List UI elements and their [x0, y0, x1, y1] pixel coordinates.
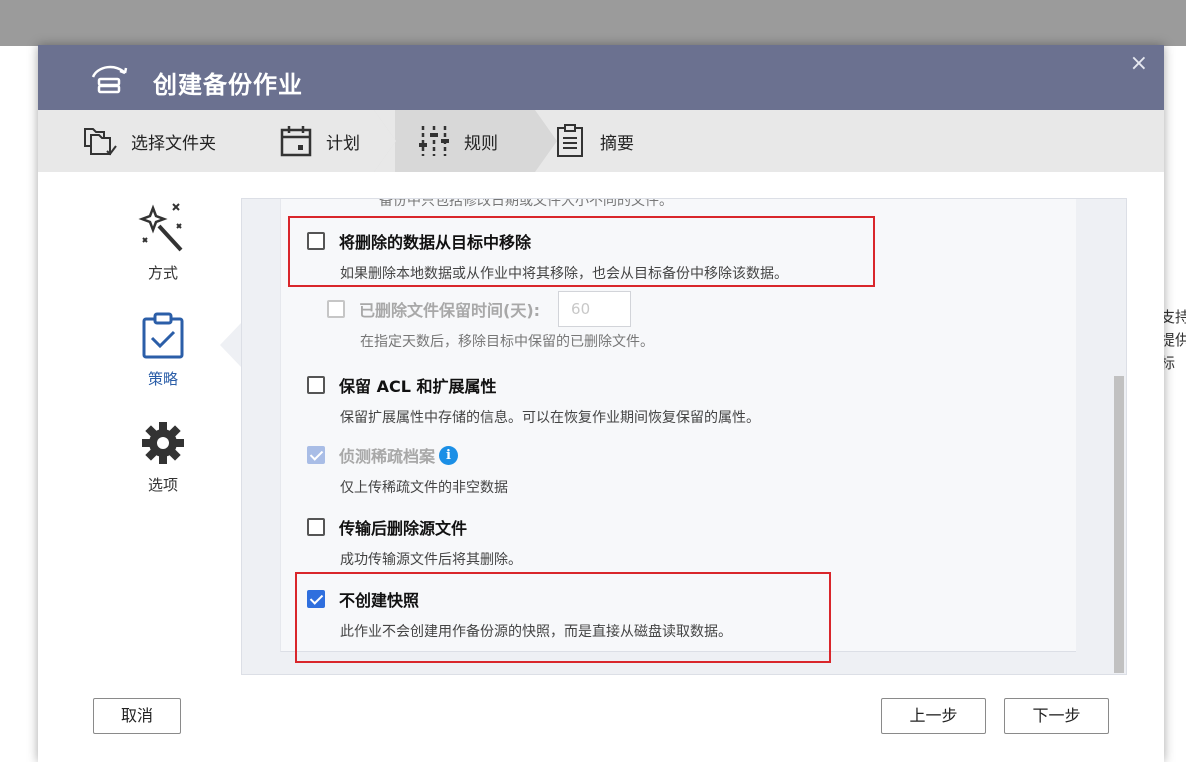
- prev-button[interactable]: 上一步: [881, 698, 986, 734]
- retention-checkbox[interactable]: [327, 300, 345, 318]
- option-title: 传输后删除源文件: [339, 519, 468, 538]
- delete-source-checkbox[interactable]: [307, 518, 325, 536]
- scrollbar[interactable]: [1114, 376, 1124, 673]
- folder-copy-icon: [84, 128, 117, 156]
- option-desc: 仅上传稀疏文件的非空数据: [340, 480, 508, 496]
- next-button[interactable]: 下一步: [1004, 698, 1109, 734]
- option-desc: 成功传输源文件后将其删除。: [340, 552, 522, 568]
- option-title: 侦测稀疏档案: [339, 447, 436, 466]
- nav-method[interactable]: 方式: [123, 202, 203, 283]
- highlight-box: [288, 216, 875, 287]
- option-delete-source: 传输后删除源文件 成功传输源文件后将其删除。: [307, 515, 522, 569]
- step-rules[interactable]: 规则: [416, 110, 498, 172]
- cut-off-text: 备份中只包括修改日期或文件大小不同的文件。: [379, 198, 673, 209]
- retention-days-input[interactable]: 60: [558, 291, 632, 327]
- backup-drive-icon: [91, 65, 128, 94]
- calendar-icon: [280, 126, 312, 157]
- magic-wand-icon: [138, 203, 183, 252]
- step-summary[interactable]: 摘要: [552, 110, 634, 172]
- step-separator: [374, 110, 396, 172]
- step-label: 计划: [326, 133, 360, 154]
- option-title: 保留 ACL 和扩展属性: [339, 377, 497, 396]
- sparse-checkbox[interactable]: [307, 446, 325, 464]
- step-select-folder[interactable]: 选择文件夹: [83, 110, 216, 172]
- nav-label: 方式: [147, 264, 178, 282]
- close-button[interactable]: ×: [1130, 51, 1148, 76]
- dialog-title-bar: 创建备份作业 ×: [38, 45, 1164, 110]
- option-desc: 保留扩展属性中存储的信息。可以在恢复作业期间恢复保留的属性。: [340, 410, 760, 426]
- nav-options[interactable]: 选项: [123, 420, 203, 495]
- step-label: 摘要: [600, 133, 634, 154]
- cancel-button[interactable]: 取消: [93, 698, 181, 734]
- info-icon[interactable]: i: [439, 445, 459, 465]
- step-label: 规则: [464, 133, 498, 154]
- option-retention: 已删除文件保留时间(天): 60 在指定天数后，移除目标中保留的已删除文件。: [327, 291, 654, 351]
- option-sparse: 侦测稀疏档案 i 仅上传稀疏文件的非空数据: [307, 443, 508, 497]
- nav-label: 选项: [147, 476, 178, 494]
- create-backup-job-dialog: 创建备份作业 × 选择文件夹 计划 规则 摘要 方式 策略 选项 备份中只包括修…: [38, 45, 1164, 762]
- option-keep-acl: 保留 ACL 和扩展属性 保留扩展属性中存储的信息。可以在恢复作业期间恢复保留的…: [307, 373, 760, 427]
- option-title: 已删除文件保留时间(天):: [359, 301, 541, 320]
- nav-label: 策略: [147, 370, 178, 388]
- option-desc: 在指定天数后，移除目标中保留的已删除文件。: [360, 334, 654, 350]
- keep-acl-checkbox[interactable]: [307, 376, 325, 394]
- wizard-steps: 选择文件夹 计划 规则 摘要: [38, 110, 1164, 172]
- clipboard-icon: [557, 124, 583, 157]
- sliders-icon: [419, 126, 449, 156]
- highlight-box: [295, 572, 831, 663]
- clipboard-check-icon: [142, 312, 184, 359]
- nav-pointer: [220, 322, 242, 368]
- nav-policy[interactable]: 策略: [123, 312, 203, 389]
- step-schedule[interactable]: 计划: [278, 110, 360, 172]
- gear-icon: [142, 422, 184, 464]
- dialog-title: 创建备份作业: [153, 71, 303, 99]
- step-label: 选择文件夹: [131, 133, 216, 154]
